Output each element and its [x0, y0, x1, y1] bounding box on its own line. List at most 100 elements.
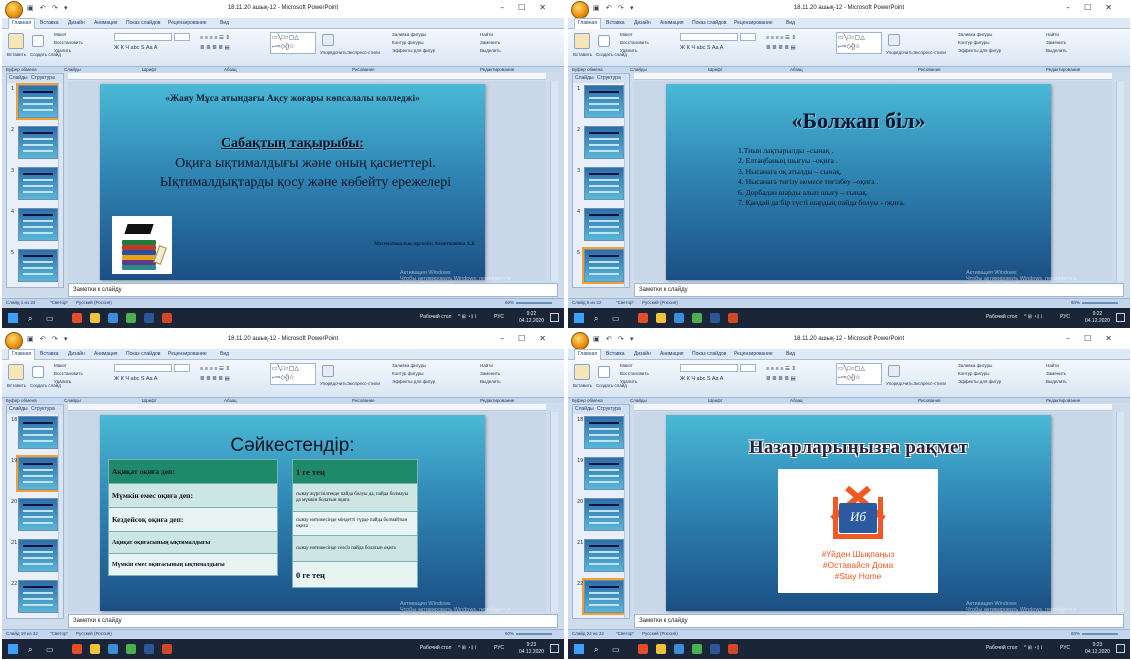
- input-language[interactable]: РУС: [494, 314, 504, 320]
- windows-start-icon[interactable]: [8, 644, 18, 654]
- chrome-icon[interactable]: [126, 313, 136, 323]
- tray-icons[interactable]: ^ ⊞ ◔ 𝄃 ⌇: [458, 645, 477, 651]
- arrange-button[interactable]: Упорядочить: [320, 50, 347, 55]
- paragraph-buttons[interactable]: ≡ ≡ ≡ ≡ ☰ ⇕: [766, 366, 796, 372]
- font-size-box[interactable]: [740, 364, 756, 372]
- clock[interactable]: 9:22 04.12.2020: [1085, 311, 1110, 325]
- find-button[interactable]: Найти: [1046, 32, 1059, 37]
- tab-view[interactable]: Вид: [220, 351, 229, 357]
- delete-button[interactable]: Удалить: [620, 48, 637, 53]
- shape-fill-button[interactable]: Заливка фигуры: [392, 32, 426, 37]
- align-buttons[interactable]: ≣ ≣ ≣ ≣ ▤: [200, 376, 230, 382]
- shape-outline-button[interactable]: Контур фигуры: [392, 371, 423, 376]
- shape-effects-button[interactable]: Эффекты для фигур: [958, 379, 1001, 384]
- arrange-icon[interactable]: [322, 365, 334, 377]
- font-format-buttons[interactable]: Ж К Ч abc S Aa A: [114, 45, 157, 51]
- select-button[interactable]: Выделить: [480, 48, 501, 53]
- tab-home[interactable]: Главная: [574, 18, 602, 29]
- slide-thumbnail[interactable]: 5: [577, 247, 626, 284]
- quick-styles-button[interactable]: Экспресс-стили: [347, 381, 380, 386]
- search-icon[interactable]: ⌕: [28, 314, 32, 324]
- shapes-icons-2[interactable]: ⌐⇨◇{}☆: [838, 43, 861, 50]
- reset-button[interactable]: Восстановить: [620, 371, 649, 376]
- table-cell[interactable]: сынау нәтижесінде сөзсіз пайда болатын о…: [292, 535, 418, 562]
- tab-slides[interactable]: Слайды: [9, 75, 28, 81]
- zoom-slider[interactable]: [516, 633, 552, 635]
- table-cell[interactable]: сынау жүргізілгенде пайда болуы да, пайд…: [292, 483, 418, 512]
- powerpoint-icon[interactable]: [728, 313, 738, 323]
- windows-start-icon[interactable]: [8, 313, 18, 323]
- chrome-icon[interactable]: [126, 644, 136, 654]
- table-cell[interactable]: 0 ге тең: [292, 561, 418, 588]
- font-size-box[interactable]: [740, 33, 756, 41]
- search-icon[interactable]: ⌕: [594, 645, 598, 655]
- replace-button[interactable]: Заменить: [480, 371, 500, 376]
- slide-thumbnail[interactable]: 4: [11, 208, 58, 241]
- reset-button[interactable]: Восстановить: [54, 371, 83, 376]
- app-icon[interactable]: [674, 644, 684, 654]
- tab-slide-show[interactable]: Показ слайдов: [692, 351, 726, 357]
- slide-thumbnail[interactable]: 19: [577, 457, 624, 490]
- window-controls[interactable]: –☐✕: [1066, 3, 1126, 12]
- notifications-icon[interactable]: [550, 644, 559, 653]
- find-button[interactable]: Найти: [480, 363, 493, 368]
- arrange-icon[interactable]: [322, 34, 334, 46]
- slide-thumbnail[interactable]: 21: [11, 539, 58, 572]
- windows-start-icon[interactable]: [574, 313, 584, 323]
- slide-thumbnail[interactable]: 18: [577, 416, 624, 449]
- panel-scrollbar[interactable]: [58, 83, 63, 287]
- language-indicator[interactable]: Русский (Россия): [76, 631, 112, 636]
- input-language[interactable]: РУС: [1060, 645, 1070, 651]
- zoom-level[interactable]: 60%: [505, 631, 514, 636]
- canvas-scrollbar[interactable]: [550, 81, 558, 281]
- arrange-button[interactable]: Упорядочить: [320, 381, 347, 386]
- input-language[interactable]: РУС: [1060, 314, 1070, 320]
- table-cell[interactable]: Ақиқат оқиға деп:: [108, 459, 278, 484]
- file-explorer-icon[interactable]: [90, 313, 100, 323]
- new-slide-icon[interactable]: [32, 35, 44, 47]
- paste-icon[interactable]: [8, 33, 24, 49]
- delete-button[interactable]: Удалить: [54, 48, 71, 53]
- replace-button[interactable]: Заменить: [480, 40, 500, 45]
- font-name-box[interactable]: [114, 33, 172, 41]
- replace-button[interactable]: Заменить: [1046, 40, 1066, 45]
- slide[interactable]: Сәйкестендір: Ақиқат оқиға деп: Мүмкін еме…: [100, 415, 485, 611]
- clock[interactable]: 9:23 04.12.2020: [519, 642, 544, 656]
- shape-outline-button[interactable]: Контур фигуры: [958, 40, 989, 45]
- chrome-icon[interactable]: [692, 313, 702, 323]
- slide-thumbnail[interactable]: 3: [11, 167, 58, 200]
- app-icon[interactable]: [674, 313, 684, 323]
- clock[interactable]: 9:23 04.12.2020: [1085, 642, 1110, 656]
- slide-thumbnail[interactable]: 2: [11, 126, 58, 159]
- slide-thumbnail[interactable]: 1: [577, 85, 624, 118]
- tab-slides[interactable]: Слайды: [575, 406, 594, 412]
- quick-styles-button[interactable]: Экспресс-стили: [913, 50, 946, 55]
- desktop-label[interactable]: Рабочий стол: [420, 314, 451, 320]
- language-indicator[interactable]: Русский (Россия): [642, 300, 678, 305]
- slide-thumbnail[interactable]: 18: [11, 416, 58, 449]
- arrange-icon[interactable]: [888, 365, 900, 377]
- shapes-icons-2[interactable]: ⌐⇨◇{}☆: [272, 43, 295, 50]
- task-view-icon[interactable]: ▭: [612, 314, 620, 323]
- tab-slide-show[interactable]: Показ слайдов: [126, 20, 160, 26]
- tab-animation[interactable]: Анимация: [94, 351, 117, 357]
- clock[interactable]: 9:22 04.12.2020: [519, 311, 544, 325]
- shape-fill-button[interactable]: Заливка фигуры: [958, 363, 992, 368]
- panel-scrollbar[interactable]: [624, 414, 629, 618]
- new-slide-icon[interactable]: [32, 366, 44, 378]
- paste-button[interactable]: Вставить: [7, 383, 26, 388]
- paste-button[interactable]: Вставить: [7, 52, 26, 57]
- powerpoint-icon[interactable]: [728, 644, 738, 654]
- task-view-icon[interactable]: ▭: [46, 314, 54, 323]
- arrange-button[interactable]: Упорядочить: [886, 381, 913, 386]
- tray-icons[interactable]: ^ ⊞ ◔ 𝄃 ⌇: [1024, 314, 1043, 320]
- tab-animation[interactable]: Анимация: [94, 20, 117, 26]
- tab-outline[interactable]: Структура: [31, 75, 55, 81]
- zoom-level[interactable]: 60%: [1071, 631, 1080, 636]
- paragraph-buttons[interactable]: ≡ ≡ ≡ ≡ ☰ ⇕: [200, 35, 230, 41]
- tab-review[interactable]: Рецензирование: [168, 20, 207, 26]
- tab-review[interactable]: Рецензирование: [168, 351, 207, 357]
- reset-button[interactable]: Восстановить: [620, 40, 649, 45]
- paste-icon[interactable]: [574, 364, 590, 380]
- tab-review[interactable]: Рецензирование: [734, 351, 773, 357]
